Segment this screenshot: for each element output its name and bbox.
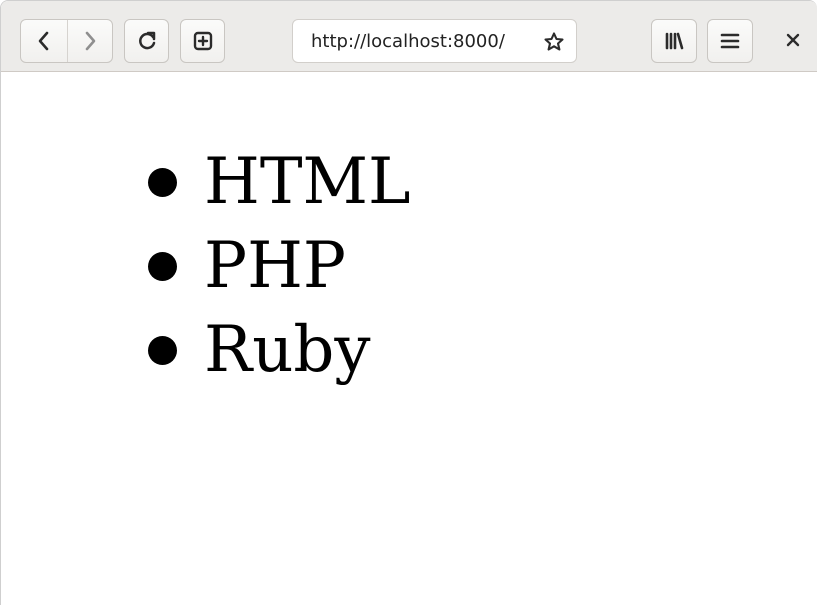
library-button[interactable] bbox=[651, 19, 697, 63]
reload-icon bbox=[138, 31, 155, 50]
menu-button[interactable] bbox=[707, 19, 753, 63]
list-item-text: PHP bbox=[204, 229, 346, 303]
navigation-button-group bbox=[20, 19, 113, 63]
address-bar[interactable]: http://localhost:8000/ bbox=[292, 19, 577, 63]
browser-toolbar: http://localhost:8000/ bbox=[1, 1, 817, 72]
new-tab-button[interactable] bbox=[180, 19, 225, 63]
back-button[interactable] bbox=[21, 20, 68, 62]
new-tab-icon bbox=[193, 31, 212, 51]
list-item-text: Ruby bbox=[204, 313, 371, 387]
bullet-icon bbox=[148, 168, 177, 197]
back-arrow-icon bbox=[38, 31, 49, 51]
list-item-text: HTML bbox=[204, 145, 411, 219]
bullet-icon bbox=[148, 252, 177, 281]
bullet-icon bbox=[148, 336, 177, 365]
close-icon[interactable] bbox=[785, 32, 801, 48]
reload-button[interactable] bbox=[124, 19, 169, 63]
browser-window: http://localhost:8000/ HTML PHP Ruby bbox=[0, 0, 817, 605]
forward-button[interactable] bbox=[67, 20, 112, 62]
page-content: HTML PHP Ruby bbox=[1, 72, 817, 605]
star-icon[interactable] bbox=[543, 31, 565, 53]
url-text: http://localhost:8000/ bbox=[311, 31, 505, 52]
forward-arrow-icon bbox=[85, 31, 96, 51]
menu-icon bbox=[720, 33, 740, 49]
library-icon bbox=[665, 32, 684, 50]
